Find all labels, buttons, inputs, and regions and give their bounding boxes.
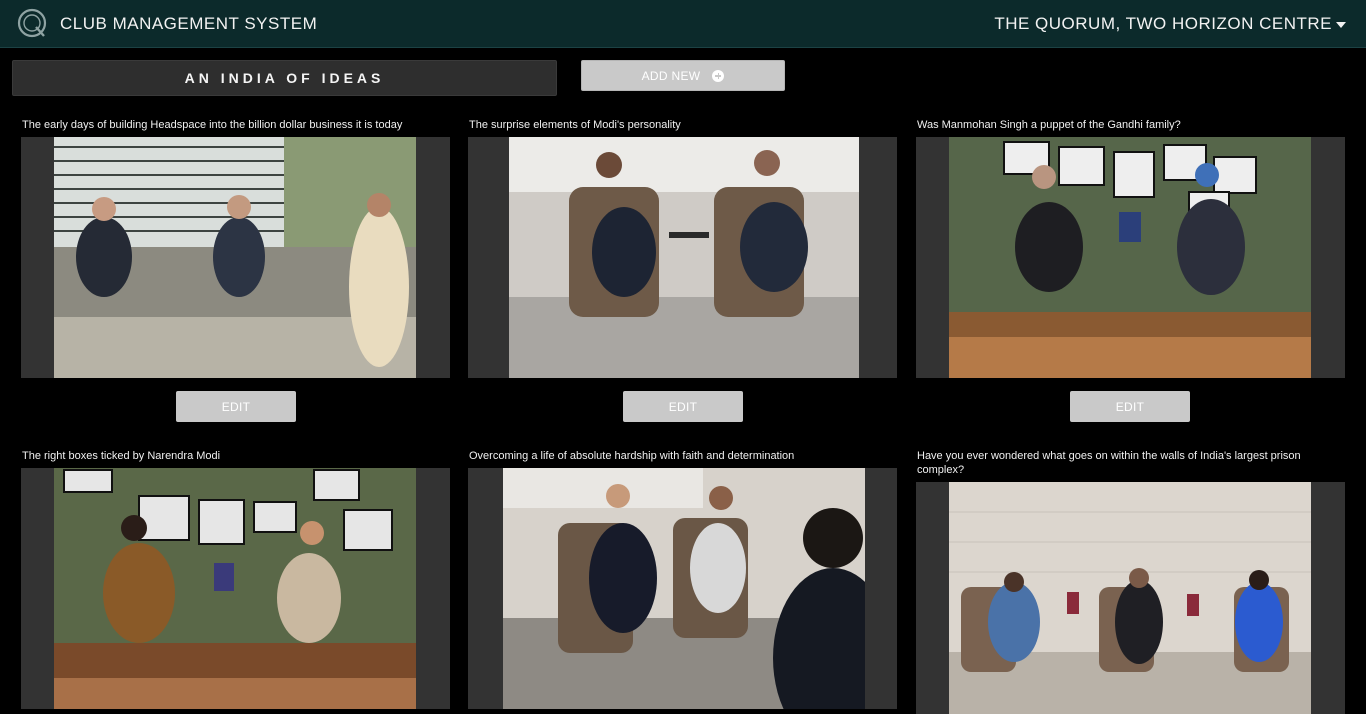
event-title: Overcoming a life of absolute hardship w… (469, 450, 795, 462)
image-frame (21, 137, 450, 378)
plus-circle-icon (712, 69, 725, 82)
event-title: The early days of building Headspace int… (22, 119, 403, 131)
edit-label: EDIT (668, 399, 698, 414)
event-title: Have you ever wondered what goes on with… (917, 450, 1301, 476)
edit-button[interactable]: EDIT (176, 391, 296, 422)
event-card: Was Manmohan Singh a puppet of the Gandh… (916, 118, 1346, 422)
top-navigation-bar: CLUB MANAGEMENT SYSTEM THE QUORUM, TWO H… (0, 0, 1366, 48)
location-label: THE QUORUM, TWO HORIZON CENTRE (994, 14, 1332, 33)
event-photo (54, 137, 416, 378)
add-new-label: ADD NEW (641, 68, 701, 83)
edit-label: EDIT (1115, 399, 1145, 414)
edit-label: EDIT (221, 399, 251, 414)
image-frame (21, 468, 450, 709)
image-frame (916, 137, 1345, 378)
event-title: The right boxes ticked by Narendra Modi (22, 450, 221, 462)
edit-button[interactable]: EDIT (1070, 391, 1190, 422)
event-photo (949, 482, 1311, 714)
event-card: The early days of building Headspace int… (21, 118, 451, 422)
add-new-button[interactable]: ADD NEW (581, 60, 785, 91)
event-photo (509, 137, 859, 378)
caret-down-icon (1336, 22, 1346, 28)
quorum-logo-icon[interactable] (16, 7, 48, 39)
event-title: Was Manmohan Singh a puppet of the Gandh… (917, 119, 1181, 131)
image-frame (916, 482, 1345, 714)
edit-button[interactable]: EDIT (623, 391, 743, 422)
event-card: The right boxes ticked by Narendra Modi (21, 449, 451, 709)
event-card: Overcoming a life of absolute hardship w… (468, 449, 898, 709)
app-title: CLUB MANAGEMENT SYSTEM (60, 14, 318, 33)
location-dropdown[interactable]: THE QUORUM, TWO HORIZON CENTRE (994, 14, 1346, 34)
category-title-bar: AN INDIA OF IDEAS (12, 60, 557, 96)
event-photo (54, 468, 416, 709)
event-photo (949, 137, 1311, 378)
category-title: AN INDIA OF IDEAS (184, 70, 385, 86)
event-card: The surprise elements of Modi's personal… (468, 118, 898, 422)
event-title: The surprise elements of Modi's personal… (469, 119, 681, 131)
image-frame (468, 137, 897, 378)
image-frame (468, 468, 897, 709)
event-photo (503, 468, 865, 709)
event-card: Have you ever wondered what goes on with… (916, 449, 1346, 714)
